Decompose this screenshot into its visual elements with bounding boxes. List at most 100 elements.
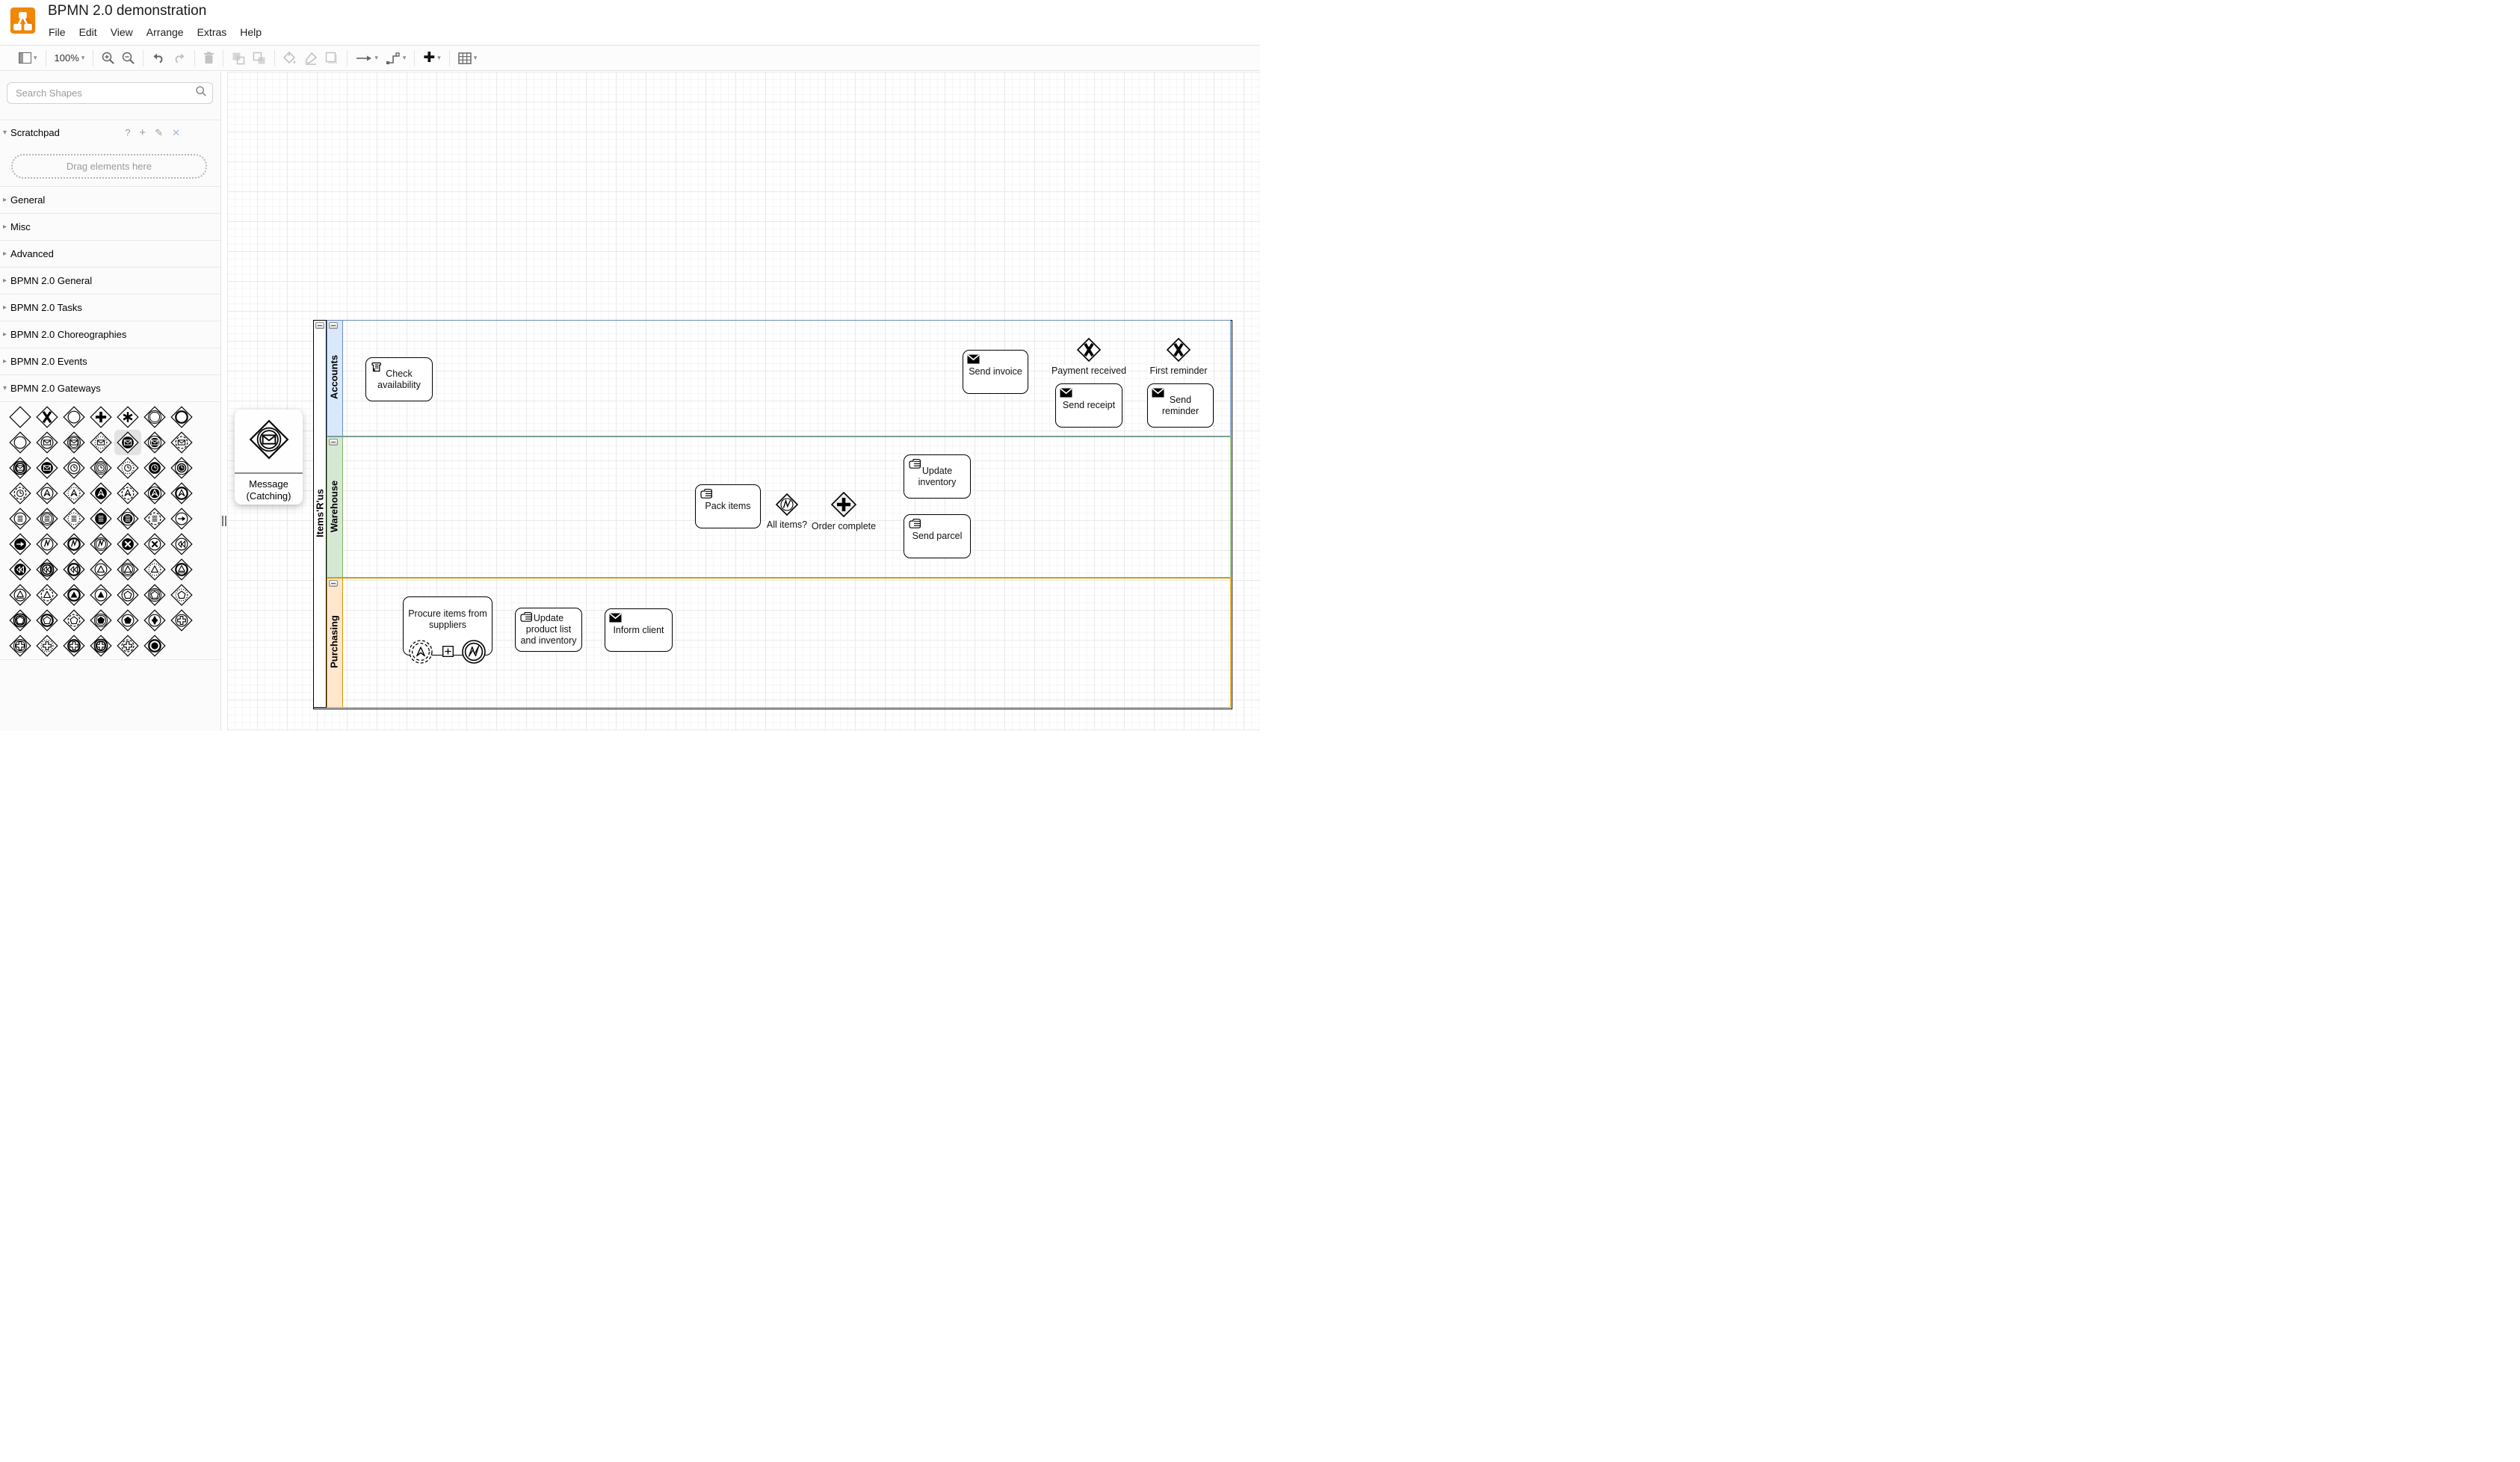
scratchpad-header[interactable]: ▾ Scratchpad ? + ✎ ✕ (0, 120, 220, 146)
palette-shape-event-based-gateway[interactable] (141, 404, 168, 430)
palette-shape-message-catching-double[interactable] (61, 430, 87, 455)
line-color-button[interactable] (304, 52, 318, 65)
palette-shape-signal-throwing-thick[interactable] (61, 582, 87, 608)
zoom-out-button[interactable] (122, 52, 135, 64)
zoom-in-button[interactable] (102, 52, 114, 64)
sidebar-resize-grip-icon[interactable] (222, 516, 226, 526)
palette-shape-inclusive-gateway[interactable] (61, 404, 87, 430)
palette-shape-multiple-non-interrupting[interactable] (168, 582, 195, 608)
palette-shape-escalation-filled-ring[interactable] (141, 481, 168, 506)
lane-collapse-button[interactable] (329, 439, 338, 445)
scratchpad-close-icon[interactable]: ✕ (172, 127, 180, 139)
palette-shape-signal-underline-thick[interactable] (168, 557, 195, 582)
palette-shape-parallel-multiple-non-interrupting[interactable] (34, 633, 61, 658)
palette-shape-timer-double[interactable] (87, 455, 114, 481)
sidebar-section-bpmn-2-0-events[interactable]: ▸BPMN 2.0 Events (0, 348, 220, 375)
menu-help[interactable]: Help (233, 24, 268, 40)
diagram-canvas[interactable]: AccountsWarehousePurchasingItems'R'usChe… (227, 72, 1260, 731)
delete-button[interactable] (203, 52, 214, 64)
palette-shape-signal-catching[interactable] (87, 557, 114, 582)
palette-shape-timer-filled-ring[interactable] (168, 455, 195, 481)
task-send-parcel[interactable]: Send parcel (904, 514, 971, 558)
palette-shape-multiple-double[interactable] (141, 582, 168, 608)
task-inform-client[interactable]: Inform client (605, 608, 673, 652)
palette-shape-timer-non-interrupting[interactable] (114, 455, 141, 481)
palette-shape-signal-double[interactable] (114, 557, 141, 582)
menu-view[interactable]: View (104, 24, 140, 40)
insert-button[interactable]: ✚ ▾ (423, 51, 440, 65)
palette-shape-message-non-interrupting[interactable] (87, 430, 114, 455)
palette-shape-parallel-event-gateway[interactable] (7, 430, 34, 455)
shadow-button[interactable] (325, 52, 339, 65)
menu-edit[interactable]: Edit (72, 24, 104, 40)
connection-style-button[interactable]: ▾ (356, 54, 378, 62)
fill-color-button[interactable] (283, 52, 297, 65)
palette-shape-parallel-multiple-dashed[interactable] (114, 633, 141, 658)
palette-shape-terminate[interactable] (141, 633, 168, 658)
redo-button[interactable] (173, 52, 186, 64)
palette-shape-escalation-throwing[interactable] (87, 481, 114, 506)
palette-shape-message-filled[interactable] (34, 455, 61, 481)
palette-shape-error-double[interactable] (87, 531, 114, 557)
task-send-invoice[interactable]: Send invoice (963, 350, 1028, 394)
lane-collapse-button[interactable] (329, 322, 338, 329)
palette-shape-message-throwing[interactable] (114, 430, 141, 455)
scratchpad-edit-icon[interactable]: ✎ (155, 127, 163, 139)
gateway-all-items-[interactable] (775, 493, 799, 520)
palette-shape-parallel-multiple-catching[interactable] (168, 608, 195, 633)
gateway-first-reminder[interactable] (1166, 337, 1191, 366)
palette-shape-exclusive-gateway[interactable] (34, 404, 61, 430)
to-front-button[interactable] (232, 52, 245, 65)
palette-shape-multiple-throwing-ring[interactable] (87, 608, 114, 633)
zoom-level-dropdown[interactable]: 100% ▾ (55, 52, 85, 64)
undo-button[interactable] (152, 52, 165, 64)
task-update-inventory[interactable]: Update inventory (904, 454, 971, 499)
palette-shape-message-bold[interactable] (7, 455, 34, 481)
palette-shape-timer-dashed[interactable] (7, 481, 34, 506)
palette-shape-multiple-thick[interactable] (34, 608, 61, 633)
palette-shape-escalation-dashed[interactable] (114, 481, 141, 506)
task-send-receipt[interactable]: Send receipt (1055, 383, 1122, 428)
palette-shape-compensation-thick[interactable] (61, 557, 87, 582)
table-button[interactable]: ▾ (458, 52, 478, 64)
palette-shape-message-catching[interactable] (34, 430, 61, 455)
task-pack-items[interactable]: Pack items (695, 484, 761, 528)
palette-shape-compensation-catching[interactable] (168, 531, 195, 557)
scratchpad-help-icon[interactable]: ? (125, 127, 130, 138)
sidebar-section-bpmn-2-0-choreographies[interactable]: ▸BPMN 2.0 Choreographies (0, 321, 220, 348)
palette-shape-conditional-double[interactable] (34, 506, 61, 531)
menu-extras[interactable]: Extras (191, 24, 234, 40)
sidebar-section-advanced[interactable]: ▸Advanced (0, 241, 220, 268)
palette-shape-link-catching[interactable] (168, 506, 195, 531)
palette-shape-parallel-multiple-thick[interactable] (61, 633, 87, 658)
palette-shape-cancel-filled[interactable] (114, 531, 141, 557)
pool-collapse-button[interactable] (315, 322, 324, 329)
palette-shape-compensation-throwing[interactable] (7, 557, 34, 582)
palette-shape-compensation-star[interactable] (141, 608, 168, 633)
palette-shape-conditional-filled[interactable] (87, 506, 114, 531)
palette-shape-escalation-thick[interactable] (168, 481, 195, 506)
palette-shape-conditional-filled-ring[interactable] (114, 506, 141, 531)
palette-shape-parallel-multiple-ring[interactable] (7, 633, 34, 658)
palette-shape-message-dashed[interactable] (168, 430, 195, 455)
palette-shape-gateway[interactable] (7, 404, 34, 430)
palette-shape-signal-throwing[interactable] (87, 582, 114, 608)
palette-shape-multiple-bold[interactable] (7, 608, 34, 633)
menu-arrange[interactable]: Arrange (140, 24, 191, 40)
palette-shape-conditional-catching[interactable] (7, 506, 34, 531)
task-check-availability[interactable]: Check availability (365, 357, 433, 401)
palette-shape-complex-gateway[interactable] (114, 404, 141, 430)
sidebar-resize-sash[interactable] (221, 72, 227, 731)
palette-shape-message-throwing-ring[interactable] (141, 430, 168, 455)
to-back-button[interactable] (253, 52, 266, 65)
palette-shape-exclusive-event-gateway[interactable] (168, 404, 195, 430)
palette-shape-timer-catching[interactable] (61, 455, 87, 481)
sidebar-section-bpmn-2-0-gateways[interactable]: ▾BPMN 2.0 Gateways (0, 375, 220, 402)
palette-shape-multiple-dashed[interactable] (61, 608, 87, 633)
scratchpad-drop-zone[interactable]: Drag elements here (11, 154, 207, 179)
palette-shape-error-thick[interactable] (61, 531, 87, 557)
palette-shape-multiple-catching[interactable] (114, 582, 141, 608)
palette-shape-cancel-catching[interactable] (141, 531, 168, 557)
escalation-boundary-event[interactable] (408, 639, 433, 668)
palette-shape-compensation-double[interactable] (34, 557, 61, 582)
